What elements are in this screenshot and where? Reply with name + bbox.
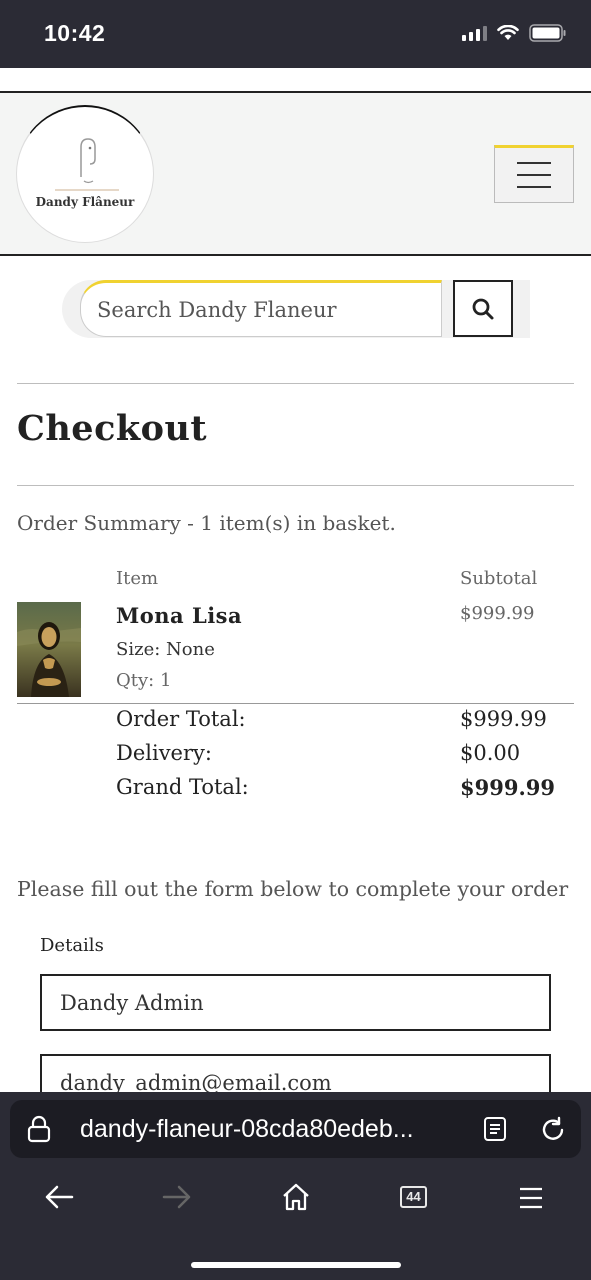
product-image[interactable]: [17, 602, 81, 697]
column-header-subtotal: Subtotal: [460, 568, 538, 589]
divider: [17, 383, 574, 384]
logo-divider: [55, 189, 119, 191]
home-indicator: [191, 1262, 401, 1268]
order-total-value: $999.99: [460, 707, 547, 731]
divider: [17, 703, 574, 704]
divider: [17, 485, 574, 486]
item-subtotal: $999.99: [460, 603, 535, 624]
reader-view-icon[interactable]: [483, 1116, 507, 1142]
address-bar[interactable]: dandy-flaneur-08cda80edeb...: [10, 1100, 581, 1158]
browser-toolbar: dandy-flaneur-08cda80edeb... 44: [0, 1092, 591, 1280]
search-icon: [472, 298, 494, 319]
order-summary-text: Order Summary - 1 item(s) in basket.: [17, 511, 396, 535]
reload-icon[interactable]: [539, 1116, 567, 1144]
tabs-button[interactable]: 44: [400, 1186, 427, 1208]
status-icons: [462, 24, 567, 42]
home-icon[interactable]: [281, 1182, 311, 1212]
wifi-icon: [497, 25, 519, 40]
full-name-field[interactable]: [40, 974, 551, 1031]
battery-icon: [529, 24, 566, 42]
item-name: Mona Lisa: [116, 603, 243, 628]
logo-text: Dandy Flâneur: [35, 195, 135, 209]
status-time: 10:42: [44, 20, 106, 46]
logo-face-icon: [80, 138, 96, 184]
lock-icon: [27, 1115, 51, 1143]
search-button[interactable]: [453, 280, 513, 337]
page-title: Checkout: [17, 408, 208, 449]
form-instructions: Please fill out the form below to comple…: [17, 877, 569, 901]
grand-total-value: $999.99: [460, 775, 555, 800]
column-header-item: Item: [116, 568, 159, 589]
site-header: Dandy Flâneur: [0, 93, 591, 256]
delivery-label: Delivery:: [116, 741, 212, 765]
grand-total-label: Grand Total:: [116, 775, 249, 799]
site-logo[interactable]: Dandy Flâneur: [16, 105, 154, 243]
back-arrow-icon[interactable]: [44, 1184, 74, 1210]
item-size: Size: None: [116, 639, 215, 660]
menu-icon[interactable]: [519, 1187, 543, 1209]
order-total-label: Order Total:: [116, 707, 246, 731]
status-bar: 10:42: [0, 0, 591, 68]
signal-icon: [462, 25, 487, 41]
search-input[interactable]: [80, 280, 442, 337]
hamburger-menu-button[interactable]: [494, 145, 574, 203]
url-text: dandy-flaneur-08cda80edeb...: [80, 1115, 414, 1143]
item-quantity: Qty: 1: [116, 670, 172, 691]
delivery-value: $0.00: [460, 741, 521, 765]
forward-arrow-icon[interactable]: [162, 1184, 192, 1210]
details-label: Details: [40, 935, 104, 956]
